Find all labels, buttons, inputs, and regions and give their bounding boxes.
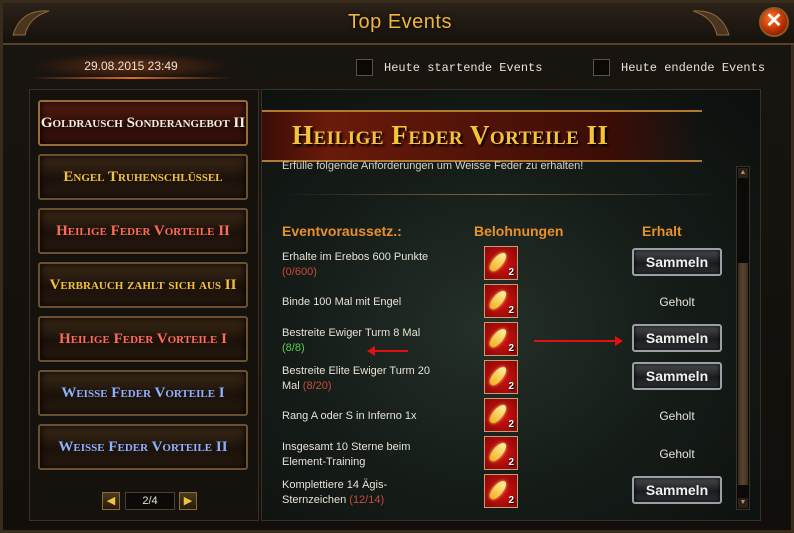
feather-icon (487, 478, 509, 502)
reward-qty: 2 (508, 457, 514, 468)
reward-qty: 2 (508, 381, 514, 392)
event-tab-heilige-feder-vorteile-i[interactable]: Heilige Feder Vorteile I (38, 316, 248, 362)
progress-text: (8/20) (302, 380, 332, 392)
feather-icon (487, 250, 509, 274)
feather-icon (487, 440, 509, 464)
event-detail: Heilige Feder Vorteile II Erfülle folgen… (261, 89, 761, 521)
server-datetime: 29.08.2015 23:49 (31, 53, 231, 79)
table-row: Bestreite Ewiger Turm 8 Mal (8/8) 2 Samme… (262, 320, 732, 358)
scrollbar[interactable]: ▲ ▼ (736, 166, 750, 510)
table-row: Binde 100 Mal mit Engel 2 Geholt (262, 282, 732, 320)
arrow-left-icon: ◀ (106, 495, 116, 507)
progress-text: (8/8) (282, 342, 305, 354)
divider (282, 194, 722, 195)
filter-ending-today[interactable]: Heute endende Events (593, 59, 773, 79)
window-title: Top Events (348, 11, 452, 33)
collected-status: Geholt (659, 447, 695, 461)
progress-text: (12/14) (349, 494, 385, 506)
event-tab-goldrausch-sonderangebot-ii[interactable]: Goldrausch Sonderangebot II (38, 100, 248, 146)
reward-item[interactable]: 2 (484, 474, 518, 508)
feather-icon (487, 402, 509, 426)
scroll-down-icon[interactable]: ▼ (738, 498, 748, 508)
close-icon: ✕ (765, 10, 783, 32)
requirement-text: Bestreite Ewiger Turm 8 Mal (8/8) (282, 327, 421, 354)
event-list: Goldrausch Sonderangebot II Engel Truhen… (29, 89, 259, 521)
reward-item[interactable]: 2 (484, 398, 518, 432)
checkbox[interactable] (593, 59, 610, 76)
scroll-thumb[interactable] (738, 263, 748, 485)
table-row: Komplettiere 14 Ägis-Sternzeichen (12/14… (262, 472, 732, 510)
arrow-right-icon: ▶ (183, 495, 193, 507)
event-title: Heilige Feder Vorteile II (292, 120, 609, 150)
event-tab-weisse-feder-vorteile-ii[interactable]: Weisse Feder Vorteile II (38, 424, 248, 470)
event-tab-verbrauch-zahlt-sich-aus-ii[interactable]: Verbrauch zahlt sich aus II (38, 262, 248, 308)
header-receive: Erhalt (642, 223, 682, 239)
pager: ◀ 2/4 ▶ (102, 492, 198, 512)
event-tab-weisse-feder-vorteile-i[interactable]: Weisse Feder Vorteile I (38, 370, 248, 416)
requirement-text: Rang A oder S in Inferno 1x (282, 410, 417, 422)
feather-icon (487, 326, 509, 350)
annotation-arrow-right (534, 336, 623, 346)
progress-text: (0/600) (282, 266, 317, 278)
table-row: Insgesamt 10 Sterne beim Element-Trainin… (262, 434, 732, 472)
reward-item[interactable]: 2 (484, 322, 518, 356)
table-row: Erhalte im Erebos 600 Punkte (0/600) 2 Sa… (262, 244, 732, 282)
reward-qty: 2 (508, 305, 514, 316)
title-bar: Top Events ✕ (3, 3, 794, 45)
prev-page-button[interactable]: ◀ (102, 492, 120, 510)
close-button[interactable]: ✕ (759, 7, 789, 37)
collect-button[interactable]: Sammeln (632, 362, 722, 390)
collect-button[interactable]: Sammeln (632, 248, 722, 276)
reward-item[interactable]: 2 (484, 284, 518, 318)
page-indicator: 2/4 (125, 492, 175, 510)
event-tab-engel-truhenschluessel[interactable]: Engel Truhenschlüssel (38, 154, 248, 200)
reward-item[interactable]: 2 (484, 246, 518, 280)
collect-button[interactable]: Sammeln (632, 476, 722, 504)
requirement-text: Binde 100 Mal mit Engel (282, 296, 402, 308)
table-row: Rang A oder S in Inferno 1x 2 Geholt (262, 396, 732, 434)
next-page-button[interactable]: ▶ (179, 492, 197, 510)
reward-item[interactable]: 2 (484, 360, 518, 394)
collected-status: Geholt (659, 409, 695, 423)
requirement-text: Erhalte im Erebos 600 Punkte (0/600) (282, 251, 429, 278)
event-window: Top Events ✕ 29.08.2015 23:49 Heute star… (0, 0, 794, 533)
event-intro: Erfülle folgende Anforderungen um Weisse… (282, 160, 584, 172)
filter-label: Heute endende Events (621, 61, 766, 75)
event-banner: Heilige Feder Vorteile II (262, 110, 702, 162)
reward-qty: 2 (508, 419, 514, 430)
event-tab-heilige-feder-vorteile-ii[interactable]: Heilige Feder Vorteile II (38, 208, 248, 254)
reward-item[interactable]: 2 (484, 436, 518, 470)
feather-icon (487, 288, 509, 312)
feather-icon (487, 364, 509, 388)
filter-label: Heute startende Events (384, 61, 543, 75)
reward-qty: 2 (508, 267, 514, 278)
requirement-text: Insgesamt 10 Sterne beim Element-Trainin… (282, 441, 411, 468)
header-requirement: Eventvoraussetz.: (282, 223, 402, 239)
requirement-text: Komplettiere 14 Ägis-Sternzeichen (12/14… (282, 479, 388, 506)
scroll-up-icon[interactable]: ▲ (738, 168, 748, 178)
checkbox[interactable] (356, 59, 373, 76)
collect-button[interactable]: Sammeln (632, 324, 722, 352)
table-row: Bestreite Elite Ewiger Turm 20 Mal (8/20… (262, 358, 732, 396)
requirement-text: Bestreite Elite Ewiger Turm 20 Mal (8/20… (282, 365, 430, 392)
header-rewards: Belohnungen (474, 223, 564, 239)
collected-status: Geholt (659, 295, 695, 309)
reward-qty: 2 (508, 495, 514, 506)
reward-qty: 2 (508, 343, 514, 354)
annotation-arrow-left (367, 346, 408, 356)
filter-starting-today[interactable]: Heute startende Events (356, 59, 556, 79)
corner-ornament-icon (692, 10, 730, 36)
